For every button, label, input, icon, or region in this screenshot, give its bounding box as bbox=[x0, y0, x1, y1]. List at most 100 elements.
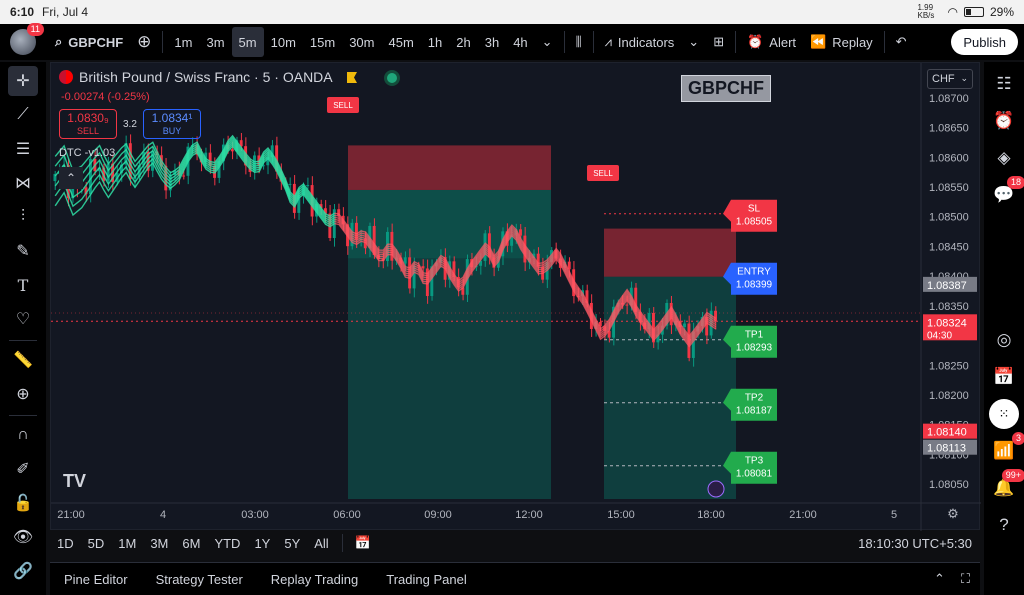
crosshair-tool[interactable]: ✛ bbox=[8, 66, 38, 96]
lock-tool[interactable]: 🔓 bbox=[8, 488, 38, 518]
alert-button[interactable]: ⏰ Alert bbox=[740, 27, 803, 57]
time-tick-label: 4 bbox=[160, 509, 166, 521]
fib-retracement-icon: ☰ bbox=[15, 141, 31, 158]
timeframe-45m[interactable]: 45m bbox=[382, 27, 421, 57]
timeframe-15m[interactable]: 15m bbox=[303, 27, 342, 57]
drawing-toolbar: ✛ ⟋ ☰ ⋈ ⫶ ✎ T ♡ 📏 ⊕ ∩ ✐ 🔓 👁 🔗 bbox=[0, 62, 46, 595]
goto-date-icon[interactable]: 📅 bbox=[349, 535, 377, 551]
maximize-icon[interactable]: ⛶ bbox=[961, 571, 970, 587]
range-1y[interactable]: 1Y bbox=[247, 536, 277, 551]
layouts-button[interactable]: ⊞ bbox=[706, 27, 731, 57]
level-price: 1.08081 bbox=[736, 469, 773, 480]
timeframe-dropdown[interactable]: ⌄ bbox=[535, 27, 560, 57]
brush-tool[interactable]: ✎ bbox=[8, 236, 38, 266]
crosshair-icon: ✛ bbox=[16, 73, 30, 90]
chevron-up-icon: ⌃ bbox=[65, 171, 77, 185]
range-ytd[interactable]: YTD bbox=[207, 536, 247, 551]
indicators-button[interactable]: ⩘ Indicators ⌄ bbox=[598, 27, 707, 57]
visibility-tool[interactable]: 👁 bbox=[8, 522, 38, 552]
chart-type-button[interactable]: ⫼ bbox=[569, 27, 589, 57]
timeframe-30m[interactable]: 30m bbox=[342, 27, 381, 57]
buy-label: BUY bbox=[162, 126, 182, 136]
timeframe-3m[interactable]: 3m bbox=[199, 27, 231, 57]
object-tree-button[interactable]: ◈ bbox=[989, 143, 1019, 173]
magnet-tool[interactable]: ∩ bbox=[8, 420, 38, 450]
projection-tool[interactable]: ⫶ bbox=[8, 202, 38, 232]
chart-pane[interactable]: 1.08700 1.08650 1.08600 1.08550 1.08500 1.084… bbox=[50, 62, 981, 531]
avatar[interactable]: 11 bbox=[10, 23, 44, 55]
sell-price: 1.0830₉ bbox=[67, 111, 109, 125]
buy-button[interactable]: 1.0834¹ BUY bbox=[143, 109, 201, 139]
timeframe-1m[interactable]: 1m bbox=[167, 27, 199, 57]
candle-body bbox=[683, 323, 686, 328]
chevron-up-icon[interactable]: ⌃ bbox=[934, 571, 945, 587]
heart-icon: ♡ bbox=[15, 311, 31, 328]
timeframe-3h[interactable]: 3h bbox=[478, 27, 506, 57]
pattern-tool[interactable]: ⋈ bbox=[8, 168, 38, 198]
text-tool[interactable]: T bbox=[8, 270, 38, 300]
timeframe-5m[interactable]: 5m bbox=[231, 27, 264, 57]
tab-pine-editor[interactable]: Pine Editor bbox=[50, 572, 142, 587]
news-button[interactable]: ◎ bbox=[989, 325, 1019, 355]
range-all[interactable]: All bbox=[307, 536, 335, 551]
compare-symbol-button[interactable]: ⊕ bbox=[130, 27, 158, 57]
zoom-tool[interactable]: ⊕ bbox=[8, 379, 38, 409]
bottom-tab-list: Pine Editor Strategy Tester Replay Trading… bbox=[50, 572, 481, 587]
range-1m[interactable]: 1M bbox=[111, 536, 143, 551]
timeframe-1h[interactable]: 1h bbox=[421, 27, 449, 57]
tab-trading-panel[interactable]: Trading Panel bbox=[372, 572, 480, 587]
currency-select[interactable]: CHF ⌄ bbox=[927, 69, 973, 89]
chats-button[interactable]: 💬 18 bbox=[989, 176, 1024, 210]
collapse-legend-button[interactable]: ⌃ bbox=[59, 167, 83, 189]
divider bbox=[883, 31, 885, 53]
calendar-button[interactable]: 📅 bbox=[989, 362, 1019, 392]
range-bar: 1D 5D 1M 3M 6M YTD 1Y 5Y All 📅 18:10:30 UTC+5:30 bbox=[50, 530, 980, 556]
favorites-tool[interactable]: ♡ bbox=[8, 304, 38, 334]
stream-badge: 3 bbox=[1011, 432, 1024, 445]
replay-button[interactable]: ⏪ Replay bbox=[803, 27, 880, 57]
link-tool[interactable]: 🔗 bbox=[8, 556, 38, 586]
help-button[interactable]: ? bbox=[989, 510, 1019, 540]
symbol-search-button[interactable]: ⌕ GBPCHF bbox=[48, 27, 130, 57]
price-tick-label: 1.08600 bbox=[929, 152, 969, 164]
level-price: 1.08505 bbox=[736, 217, 773, 228]
candle-body bbox=[306, 185, 310, 187]
notifications-button[interactable]: 🔔 99+ bbox=[989, 469, 1024, 503]
price-tick-label: 1.08450 bbox=[929, 241, 969, 253]
tab-strategy-tester[interactable]: Strategy Tester bbox=[142, 572, 257, 587]
range-5y[interactable]: 5Y bbox=[277, 536, 307, 551]
top-toolbar: 11 ⌕ GBPCHF ⊕ 1m 3m 5m 10m 15m 30m 45m 1h 2h 3h 4h… bbox=[0, 23, 1024, 60]
stop-zone bbox=[604, 228, 736, 277]
sell-signal-label: SELL bbox=[333, 101, 353, 110]
timeframe-2h[interactable]: 2h bbox=[449, 27, 477, 57]
stay-drawing-tool[interactable]: ✐ bbox=[8, 454, 38, 484]
measure-tool[interactable]: 📏 bbox=[8, 345, 38, 375]
range-5d[interactable]: 5D bbox=[81, 536, 112, 551]
right-toolbar: ☷ ⏰ ◈ 💬 18 ◎ 📅 ⁙ 📶 3 🔔 99+ ? bbox=[984, 62, 1024, 595]
replay-label: Replay bbox=[832, 34, 873, 50]
trend-line-tool[interactable]: ⟋ bbox=[8, 100, 38, 130]
timeframe-10m[interactable]: 10m bbox=[264, 27, 303, 57]
watchlist-button[interactable]: ☷ bbox=[989, 69, 1019, 99]
range-1d[interactable]: 1D bbox=[50, 536, 81, 551]
indicators-icon: ⩘ bbox=[604, 34, 612, 49]
price-change: -0.00274 (-0.25%) bbox=[61, 91, 150, 103]
stream-button[interactable]: 📶 3 bbox=[989, 432, 1024, 466]
alerts-button[interactable]: ⏰ bbox=[989, 106, 1019, 136]
tab-replay-trading[interactable]: Replay Trading bbox=[257, 572, 372, 587]
undo-button[interactable]: ↶ bbox=[889, 27, 914, 57]
range-3m[interactable]: 3M bbox=[143, 536, 175, 551]
timeframe-4h[interactable]: 4h bbox=[506, 27, 534, 57]
notification-badge: 11 bbox=[26, 23, 44, 36]
range-6m[interactable]: 6M bbox=[175, 536, 207, 551]
candle-body bbox=[230, 149, 234, 152]
fib-tool[interactable]: ☰ bbox=[8, 134, 38, 164]
chart-legend-title[interactable]: British Pound / Swiss Franc · 5 · OANDA bbox=[59, 69, 333, 85]
publish-button[interactable]: Publish bbox=[951, 29, 1018, 55]
indicator-legend[interactable]: DTC -v1.03 bbox=[59, 147, 115, 159]
price-tag-value: 1.08140 bbox=[927, 427, 967, 439]
sell-button[interactable]: 1.0830₉ SELL bbox=[59, 109, 117, 139]
more-apps-button[interactable]: ⁙ bbox=[989, 399, 1019, 429]
timezone-clock[interactable]: 18:10:30 UTC+5:30 bbox=[858, 536, 972, 551]
time-tick-label: 5 bbox=[891, 509, 897, 521]
